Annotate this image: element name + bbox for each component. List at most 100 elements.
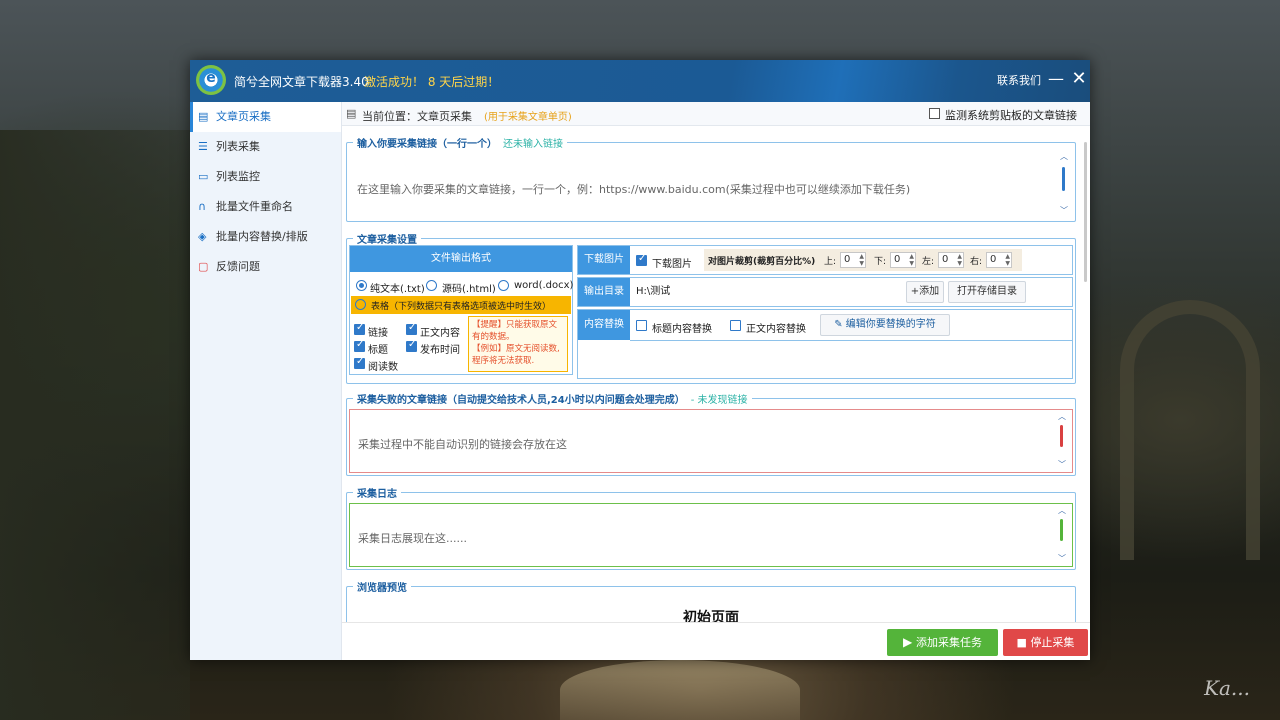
wallpaper-ruin: [0, 130, 190, 720]
sidebar-item-label: 文章页采集: [216, 110, 271, 123]
group-legend: 采集日志: [353, 485, 401, 500]
scroll-thumb[interactable]: [1060, 519, 1063, 541]
main-content: ▤ 当前位置：文章页采集 (用于采集文章单页) 监测系统剪贴板的文章链接 输入你…: [342, 102, 1090, 660]
sidebar-item-label: 批量内容替换/排版: [216, 230, 308, 243]
log-placeholder: 采集日志展现在这......: [358, 532, 467, 545]
feedback-icon: ▢: [198, 260, 209, 273]
crop-panel: 对图片裁剪(裁剪百分比%) 上: 0 ▲ ▼ 下: 0 ▲ ▼ 左: 0 ▲ ▼ 右: 0 ▲…: [704, 249, 1022, 271]
scroll-down-icon[interactable]: ﹀: [1057, 553, 1067, 564]
format-txt-label[interactable]: 纯文本(.txt): [370, 280, 425, 295]
field-title-checkbox[interactable]: [354, 339, 365, 352]
stop-button[interactable]: ■ 停止采集: [1003, 629, 1088, 656]
download-images-checkbox[interactable]: [636, 253, 647, 266]
field-date-checkbox[interactable]: [406, 339, 417, 352]
preview-title: 浏览器预览: [357, 583, 407, 594]
pencil-icon: ✎: [834, 319, 846, 330]
add-task-button[interactable]: ▶ 添加采集任务: [887, 629, 998, 656]
field-link-label[interactable]: 链接: [368, 324, 388, 339]
sidebar-item-list-monitor[interactable]: ▭ 列表监控: [190, 162, 341, 192]
crop-bottom-stepper[interactable]: 0 ▲ ▼: [890, 252, 916, 268]
monitor-clipboard-checkbox[interactable]: [929, 108, 940, 119]
download-images-label[interactable]: 下载图片: [652, 255, 692, 270]
failed-links-textarea[interactable]: 采集过程中不能自动识别的链接会存放在这: [349, 409, 1073, 473]
scroll-down-icon[interactable]: ﹀: [1059, 205, 1069, 216]
title-bar[interactable]: e 简兮全网文章下载器3.40 激活成功！ 8 天后过期！ 联系我们 — ✕: [190, 60, 1090, 102]
links-scrollbar[interactable]: ︿ ﹀: [1059, 151, 1069, 217]
field-title-label[interactable]: 标题: [368, 341, 388, 356]
scroll-area[interactable]: 输入你要采集链接（一行一个） 还未输入链接 在这里输入你要采集的文章链接，一行一个…: [342, 126, 1090, 622]
crop-right-label: 右:: [970, 257, 983, 267]
scroll-thumb[interactable]: [1062, 167, 1065, 191]
sidebar-item-article-page[interactable]: ▤ 文章页采集: [190, 102, 341, 132]
sidebar-item-batch-replace[interactable]: ◈ 批量内容替换/排版: [190, 222, 341, 252]
sidebar-item-feedback[interactable]: ▢ 反馈问题: [190, 252, 341, 282]
field-reads-label[interactable]: 阅读数: [368, 358, 398, 373]
list-search-icon: ☰: [198, 140, 208, 153]
add-output-dir-button[interactable]: +添加: [906, 281, 944, 303]
add-task-label: 添加采集任务: [916, 636, 983, 649]
title-replace-label[interactable]: 标题内容替换: [652, 320, 712, 335]
links-placeholder: 在这里输入你要采集的文章链接，一行一个，例：https://www.baidu.…: [357, 183, 911, 196]
format-header: 文件输出格式: [350, 246, 572, 272]
sidebar-item-label: 列表采集: [216, 140, 260, 153]
format-docx-label[interactable]: word(.docx): [514, 280, 573, 291]
crop-left-stepper[interactable]: 0 ▲ ▼: [938, 252, 964, 268]
footer-bar: ▶ 添加采集任务 ■ 停止采集: [342, 622, 1090, 660]
preview-heading: 初始页面: [683, 610, 739, 622]
log-title: 采集日志: [357, 489, 397, 500]
body-replace-checkbox[interactable]: [730, 320, 741, 331]
wallpaper-arch: [1120, 300, 1260, 560]
close-button[interactable]: ✕: [1070, 68, 1088, 90]
sidebar-item-label: 列表监控: [216, 170, 260, 183]
document-icon: ▤: [198, 110, 209, 123]
sidebar-item-batch-rename[interactable]: ∩ 批量文件重命名: [190, 192, 341, 222]
log-scrollbar[interactable]: ︿ ﹀: [1057, 505, 1067, 565]
replace-area[interactable]: [630, 340, 1072, 378]
play-icon: ▶: [902, 635, 917, 649]
crop-top-stepper[interactable]: 0 ▲ ▼: [840, 252, 866, 268]
monitor-clipboard-label[interactable]: 监测系统剪贴板的文章链接: [945, 107, 1077, 123]
scroll-up-icon[interactable]: ︿: [1059, 151, 1069, 162]
activation-status: 激活成功！ 8 天后过期！: [364, 75, 500, 89]
output-dir-input[interactable]: H:\测试: [632, 281, 902, 303]
app-title: 简兮全网文章下载器3.40: [234, 75, 369, 89]
contact-us-link[interactable]: 联系我们: [997, 72, 1041, 88]
app-logo-icon: e: [196, 65, 226, 95]
crop-bottom-label: 下:: [874, 257, 887, 267]
main-scroll-thumb[interactable]: [1084, 142, 1087, 282]
format-table-label[interactable]: 表格（下列数据只有表格选项被选中时生效）: [371, 299, 551, 312]
download-images-row-label: 下载图片: [578, 246, 630, 274]
open-output-dir-button[interactable]: 打开存储目录: [948, 281, 1026, 303]
crop-right-stepper[interactable]: 0 ▲ ▼: [986, 252, 1012, 268]
scroll-up-icon[interactable]: ︿: [1057, 505, 1067, 516]
log-textarea[interactable]: 采集日志展现在这......: [349, 503, 1073, 567]
data-notice: 【提醒】只能获取原文有的数据。 【例如】原文无阅读数,程序将无法获取.: [468, 316, 568, 372]
table-option-row[interactable]: 表格（下列数据只有表格选项被选中时生效）: [351, 296, 571, 314]
input-links-group: 输入你要采集链接（一行一个） 还未输入链接 在这里输入你要采集的文章链接，一行一个…: [346, 135, 1076, 222]
edit-replace-button[interactable]: ✎ 编辑你要替换的字符: [820, 314, 950, 336]
format-html-label[interactable]: 源码(.html): [442, 280, 496, 295]
title-replace-checkbox[interactable]: [636, 320, 647, 331]
format-table-radio[interactable]: [355, 299, 366, 310]
minimize-button[interactable]: —: [1048, 70, 1064, 90]
wallpaper-signature: Ka...: [1204, 676, 1250, 700]
scroll-down-icon[interactable]: ﹀: [1057, 459, 1067, 470]
scroll-up-icon[interactable]: ︿: [1057, 411, 1067, 422]
field-link-checkbox[interactable]: [354, 322, 365, 335]
format-html-radio[interactable]: [426, 280, 437, 291]
stop-label: 停止采集: [1030, 636, 1075, 649]
format-txt-radio[interactable]: [356, 280, 367, 291]
body-replace-label[interactable]: 正文内容替换: [746, 320, 806, 335]
app-window: e 简兮全网文章下载器3.40 激活成功！ 8 天后过期！ 联系我们 — ✕ ▤…: [190, 60, 1090, 660]
monitor-icon: ▭: [198, 170, 209, 183]
links-input[interactable]: 在这里输入你要采集的文章链接，一行一个，例：https://www.baidu.…: [349, 151, 1057, 217]
field-reads-checkbox[interactable]: [354, 356, 365, 369]
failed-links-scrollbar[interactable]: ︿ ﹀: [1057, 411, 1067, 471]
scroll-thumb[interactable]: [1060, 425, 1063, 447]
format-docx-radio[interactable]: [498, 280, 509, 291]
sidebar-item-list-collect[interactable]: ☰ 列表采集: [190, 132, 341, 162]
field-date-label[interactable]: 发布时间: [420, 341, 460, 356]
field-body-label[interactable]: 正文内容: [420, 324, 460, 339]
field-body-checkbox[interactable]: [406, 322, 417, 335]
document-icon: ▤: [346, 107, 357, 120]
